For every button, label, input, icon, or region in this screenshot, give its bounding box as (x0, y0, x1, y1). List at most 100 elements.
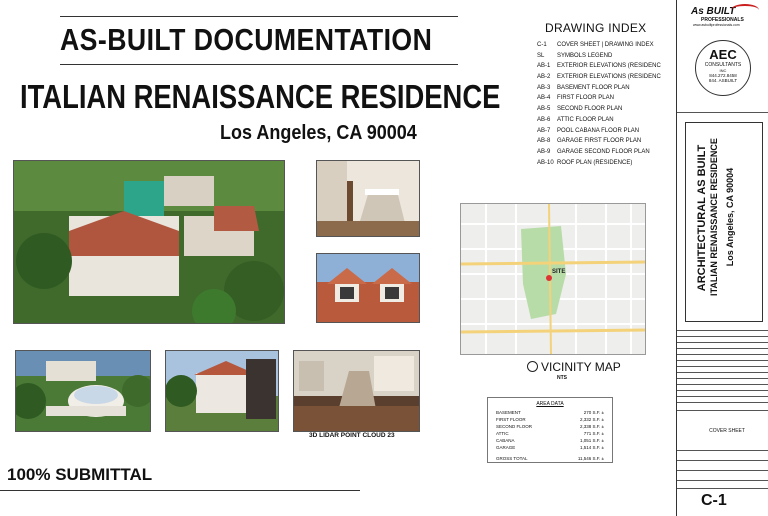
map-site-label: SITE (552, 269, 566, 275)
area-row-value: 270 S.F. ± (583, 410, 604, 415)
area-row-label: BASEMENT (496, 410, 521, 415)
title-block-rule (677, 410, 768, 411)
title-block: As BUILT PROFESSIONALS www.asbuiltprofes… (676, 0, 768, 516)
drawing-index-code: AB-4 (537, 95, 551, 102)
vertical-title-1: ARCHITECTURAL AS BUILT (696, 144, 708, 292)
drawing-index-row: AB-9 GARAGE SECOND FLOOR PLAN (537, 147, 661, 158)
drawing-index-code: C-1 (537, 42, 547, 48)
drawing-index-row: SL SYMBOLS LEGEND (537, 51, 661, 62)
sheet-number: C-1 (701, 492, 727, 509)
area-data-rows: BASEMENT 270 S.F. ± FIRST FLOOR 2,332 S.F. … (488, 409, 612, 451)
tb-rule (677, 112, 768, 113)
drawing-index-row: AB-2 EXTERIOR ELEVATIONS (RESIDENC (537, 72, 661, 83)
drawing-index-row: AB-3 BASEMENT FLOOR PLAN (537, 83, 661, 94)
drawing-index-sheet-name: SECOND FLOOR PLAN (557, 106, 623, 113)
area-data-row: CABANA 1,051 S.F. ± (488, 437, 612, 444)
drawing-index-row: AB-8 GARAGE FIRST FLOOR PLAN (537, 136, 661, 147)
area-data-table: AREA DATA BASEMENT 270 S.F. ± FIRST FLOOR 2… (487, 397, 613, 463)
vertical-location: Los Angeles, CA 90004 (725, 167, 735, 267)
seal-mark: AEC (709, 47, 737, 62)
sheet-title: COVER SHEET (709, 428, 745, 434)
title-block-rule (677, 390, 768, 391)
drawing-index-code: AB-9 (537, 148, 551, 155)
as-built-logo: As BUILT PROFESSIONALS www.asbuiltprofes… (691, 4, 761, 27)
lidar-caption: 3D LIDAR POINT CLOUD 23 (309, 432, 395, 439)
vicinity-map-label: VICINITY MAP (541, 360, 621, 374)
drawing-index-row: AB-6 ATTIC FLOOR PLAN (537, 115, 661, 126)
drawing-index-row: AB-10 ROOF PLAN (RESIDENCE) (537, 158, 661, 169)
title-block-rule (677, 372, 768, 373)
area-data-row: ATTIC 771 S.F. ± (488, 430, 612, 437)
title-block-rule (677, 402, 768, 403)
area-row-label: FIRST FLOOR (496, 417, 526, 422)
logo-swoosh-icon (731, 4, 759, 16)
title-block-rule (677, 378, 768, 379)
title-block-rule (677, 396, 768, 397)
logo-url: www.asbuiltprofessionals.com (693, 23, 740, 27)
drawing-index-title: DRAWING INDEX (545, 21, 647, 35)
drawing-index-sheet-name: GARAGE FIRST FLOOR PLAN (557, 138, 642, 145)
title-block-rule (677, 360, 768, 361)
drawing-index-code: AB-3 (537, 84, 551, 91)
title-block-rule (677, 336, 768, 337)
drawing-index-row: AB-5 SECOND FLOOR PLAN (537, 104, 661, 115)
drawing-index-sheet-name: BASEMENT FLOOR PLAN (557, 84, 630, 91)
title-block-rule (677, 470, 768, 471)
drawing-index-row: AB-1 EXTERIOR ELEVATIONS (RESIDENC (537, 61, 661, 72)
header-rule-2 (60, 64, 458, 65)
drawing-index-code: AB-8 (537, 138, 551, 145)
area-data-title: AREA DATA (536, 401, 564, 407)
title-block-rule (677, 384, 768, 385)
compass-icon (527, 361, 538, 372)
title-block-rule (677, 488, 768, 489)
document-title: AS-BUILT DOCUMENTATION (60, 22, 433, 57)
drawing-index-code: AB-2 (537, 74, 551, 81)
pool-cabana-photo (15, 350, 151, 432)
drawing-index-sheet-name: EXTERIOR ELEVATIONS (RESIDENC (557, 63, 661, 70)
drawing-index-sheet-name: EXTERIOR ELEVATIONS (RESIDENC (557, 74, 661, 81)
project-name: ITALIAN RENAISSANCE RESIDENCE (20, 78, 501, 115)
rear-facade-photo (165, 350, 279, 432)
drawing-index-code: AB-6 (537, 116, 551, 123)
title-block-rule (677, 342, 768, 343)
vicinity-map[interactable]: SITE (460, 203, 646, 355)
area-row-value: 771 S.F. ± (583, 431, 604, 436)
title-block-rule (677, 450, 768, 451)
area-row-label: SECOND FLOOR (496, 424, 533, 429)
staircase-interior-photo (316, 160, 420, 237)
area-row-value: 2,338 S.F. ± (580, 424, 604, 429)
area-total-label: GROSS TOTAL (496, 456, 528, 461)
project-location: Los Angeles, CA 90004 (220, 122, 417, 144)
title-block-rule (677, 480, 768, 481)
title-block-rule (677, 330, 768, 331)
area-data-row: GARAGE 1,514 S.F. ± (488, 444, 612, 451)
drawing-index-row: AB-4 FIRST FLOOR PLAN (537, 93, 661, 104)
area-row-value: 1,051 S.F. ± (580, 438, 604, 443)
submittal-label: 100% SUBMITTAL (7, 465, 153, 484)
aerial-photo (13, 160, 285, 324)
drawing-index-sheet-name: ROOF PLAN (RESIDENCE) (557, 159, 633, 166)
drawing-index-code: AB-1 (537, 63, 551, 70)
drawing-index-sheet-name: ATTIC FLOOR PLAN (557, 116, 614, 123)
title-block-rule (677, 348, 768, 349)
title-block-rule (677, 460, 768, 461)
area-data-total: GROSS TOTAL 11,546 S.F. ± (488, 455, 612, 462)
drawing-index-sheet-name: SYMBOLS LEGEND (557, 52, 613, 59)
drawing-index-row: AB-7 POOL CABANA FLOOR PLAN (537, 126, 661, 137)
area-data-row: BASEMENT 270 S.F. ± (488, 409, 612, 416)
aec-seal: AEC CONSULTANTS INC 844.272.8458 844. AS… (695, 40, 751, 96)
drawing-index-sheet-name: GARAGE SECOND FLOOR PLAN (557, 148, 650, 155)
drawing-index-code: AB-5 (537, 106, 551, 113)
drawing-index-sheet-name: FIRST FLOOR PLAN (557, 95, 614, 102)
area-data-row: SECOND FLOOR 2,338 S.F. ± (488, 423, 612, 430)
area-row-value: 1,514 S.F. ± (580, 445, 604, 450)
drawing-index-sheet-name: COVER SHEET | DRAWING INDEX (557, 42, 654, 48)
seal-phone-2: 844. ASBUILT (708, 78, 738, 83)
area-row-label: GARAGE (496, 445, 516, 450)
drawing-index-code: AB-10 (537, 159, 554, 166)
area-data-row: FIRST FLOOR 2,332 S.F. ± (488, 416, 612, 423)
project-vertical-box: ARCHITECTURAL AS BUILT ITALIAN RENAISSAN… (685, 122, 763, 322)
area-total-value: 11,546 S.F. ± (577, 456, 604, 461)
area-row-value: 2,332 S.F. ± (580, 417, 604, 422)
vicinity-map-scale: NTS (557, 375, 567, 381)
